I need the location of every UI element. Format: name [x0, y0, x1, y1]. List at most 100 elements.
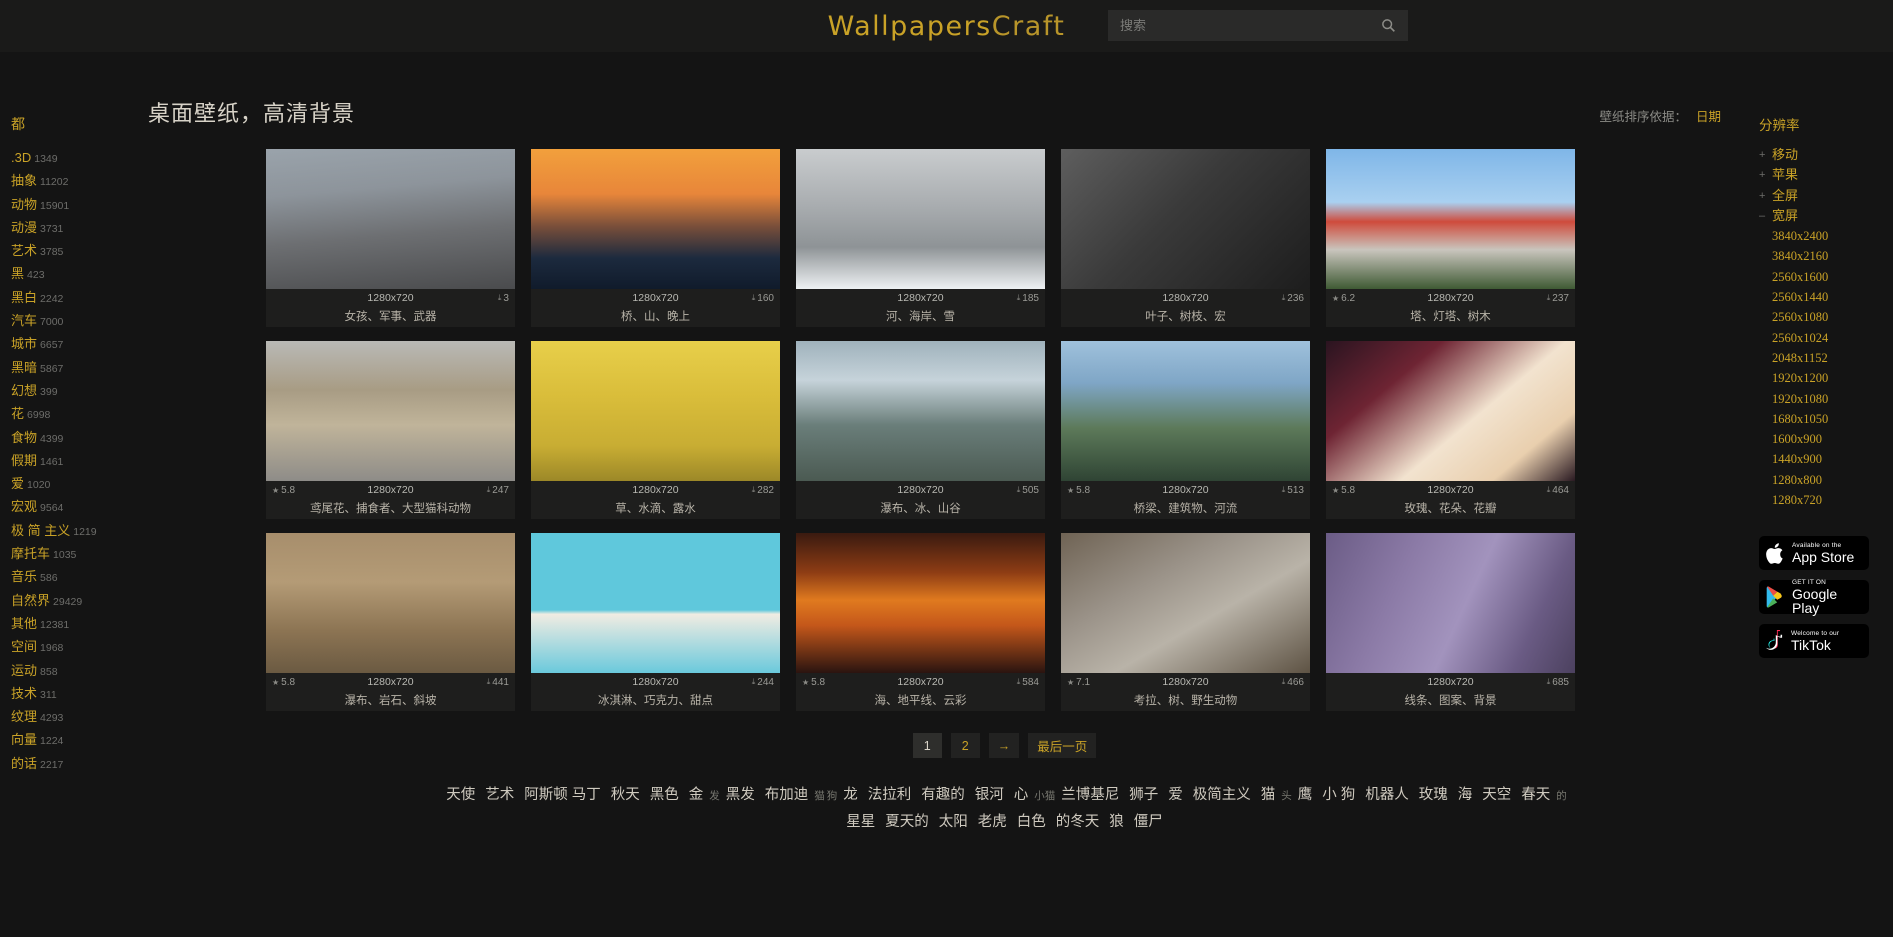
resolution-group-toggle[interactable]: –宽屏: [1759, 206, 1893, 226]
sidebar-category-item[interactable]: 汽车7000: [8, 310, 133, 333]
wallpaper-thumbnail[interactable]: [796, 341, 1045, 481]
wallpaper-thumbnail[interactable]: [1326, 149, 1575, 289]
tag-link[interactable]: 布加迪: [765, 787, 809, 803]
wallpaper-thumbnail[interactable]: [1061, 533, 1310, 673]
wallpaper-card[interactable]: 1280x720⤓685线条、图案、背景: [1326, 533, 1575, 711]
sidebar-category-item[interactable]: 假期1461: [8, 450, 133, 473]
resolution-item[interactable]: 1440x900: [1759, 449, 1893, 469]
wallpaper-card[interactable]: 1280x720⤓3女孩、军事、武器: [266, 149, 515, 327]
sidebar-category-item[interactable]: 食物4399: [8, 427, 133, 450]
resolution-item[interactable]: 1600x900: [1759, 429, 1893, 449]
tag-link[interactable]: 老虎: [978, 814, 1007, 830]
sidebar-category-item[interactable]: 爱1020: [8, 473, 133, 496]
wallpaper-card[interactable]: 1280x720⤓236叶子、树枝、宏: [1061, 149, 1310, 327]
tag-link[interactable]: 僵尸: [1134, 814, 1163, 830]
tag-link[interactable]: 猫: [814, 790, 825, 802]
store-badge-google-play[interactable]: GET IT ONGoogle Play: [1759, 580, 1869, 614]
tag-link[interactable]: 极简主义: [1193, 787, 1251, 803]
sidebar-category-item[interactable]: 其他12381: [8, 613, 133, 636]
sidebar-category-item[interactable]: 的话2217: [8, 753, 133, 776]
resolution-item[interactable]: 1920x1080: [1759, 389, 1893, 409]
tag-link[interactable]: 小猫: [1034, 790, 1055, 802]
tag-link[interactable]: 艺术: [485, 787, 514, 803]
tag-link[interactable]: 兰博基尼: [1061, 787, 1119, 803]
resolution-group-toggle[interactable]: +移动: [1759, 145, 1893, 165]
tag-link[interactable]: 龙: [843, 787, 858, 803]
wallpaper-thumbnail[interactable]: [531, 149, 780, 289]
tag-link[interactable]: 小 狗: [1322, 787, 1355, 803]
wallpaper-thumbnail[interactable]: [531, 533, 780, 673]
sidebar-category-item[interactable]: 纹理4293: [8, 706, 133, 729]
wallpaper-card[interactable]: 1280x720⤓160桥、山、晚上: [531, 149, 780, 327]
tag-link[interactable]: 爱: [1168, 787, 1183, 803]
tag-link[interactable]: 阿斯顿 马丁: [524, 787, 601, 803]
tag-link[interactable]: 猫: [1261, 787, 1276, 803]
wallpaper-card[interactable]: ★5.81280x720⤓464玫瑰、花朵、花瓣: [1326, 341, 1575, 519]
sidebar-category-item[interactable]: 黑白2242: [8, 287, 133, 310]
tag-link[interactable]: 星星: [846, 814, 875, 830]
sidebar-category-item[interactable]: 城市6657: [8, 333, 133, 356]
sidebar-category-item[interactable]: 运动858: [8, 660, 133, 683]
sidebar-category-item[interactable]: 抽象11202: [8, 170, 133, 193]
wallpaper-card[interactable]: ★5.81280x720⤓247鸢尾花、捕食者、大型猫科动物: [266, 341, 515, 519]
sidebar-category-item[interactable]: 艺术3785: [8, 240, 133, 263]
tag-link[interactable]: 有趣的: [921, 787, 965, 803]
wallpaper-card[interactable]: ★5.81280x720⤓441瀑布、岩石、斜坡: [266, 533, 515, 711]
resolution-group-toggle[interactable]: +苹果: [1759, 165, 1893, 185]
wallpaper-card[interactable]: 1280x720⤓244冰淇淋、巧克力、甜点: [531, 533, 780, 711]
wallpaper-card[interactable]: 1280x720⤓282草、水滴、露水: [531, 341, 780, 519]
resolution-item[interactable]: 3840x2400: [1759, 226, 1893, 246]
sidebar-category-item[interactable]: 自然界29429: [8, 590, 133, 613]
resolution-item[interactable]: 1680x1050: [1759, 409, 1893, 429]
wallpaper-card[interactable]: ★5.81280x720⤓513桥梁、建筑物、河流: [1061, 341, 1310, 519]
resolution-item[interactable]: 1920x1200: [1759, 368, 1893, 388]
tag-link[interactable]: 黑色: [650, 787, 679, 803]
sidebar-category-item[interactable]: 向量1224: [8, 729, 133, 752]
wallpaper-card[interactable]: ★5.81280x720⤓584海、地平线、云彩: [796, 533, 1045, 711]
tag-link[interactable]: 的冬天: [1056, 814, 1100, 830]
wallpaper-card[interactable]: 1280x720⤓185河、海岸、雪: [796, 149, 1045, 327]
search-input[interactable]: [1108, 10, 1368, 41]
sort-value[interactable]: 日期: [1696, 110, 1721, 124]
tag-link[interactable]: 白色: [1017, 814, 1046, 830]
sidebar-category-item[interactable]: 摩托车1035: [8, 543, 133, 566]
sidebar-category-item[interactable]: 花6998: [8, 403, 133, 426]
tag-link[interactable]: 心: [1014, 787, 1029, 803]
wallpaper-thumbnail[interactable]: [531, 341, 780, 481]
wallpaper-thumbnail[interactable]: [1061, 341, 1310, 481]
wallpaper-card[interactable]: ★6.21280x720⤓237塔、灯塔、树木: [1326, 149, 1575, 327]
resolution-item[interactable]: 2560x1024: [1759, 328, 1893, 348]
sidebar-category-item[interactable]: 音乐586: [8, 566, 133, 589]
sidebar-category-item[interactable]: 黑423: [8, 263, 133, 286]
tag-link[interactable]: 狮子: [1129, 787, 1158, 803]
wallpaper-thumbnail[interactable]: [796, 533, 1045, 673]
resolution-item[interactable]: 2560x1440: [1759, 287, 1893, 307]
sidebar-category-item[interactable]: 幻想399: [8, 380, 133, 403]
resolution-item[interactable]: 1280x800: [1759, 470, 1893, 490]
search-button[interactable]: [1368, 10, 1408, 41]
wallpaper-thumbnail[interactable]: [796, 149, 1045, 289]
tag-link[interactable]: 机器人: [1365, 787, 1409, 803]
tag-link[interactable]: 天空: [1482, 787, 1511, 803]
wallpaper-thumbnail[interactable]: [266, 149, 515, 289]
store-badge-apple[interactable]: Available on theApp Store: [1759, 536, 1869, 570]
site-logo[interactable]: WallpapersCraft: [0, 11, 1893, 42]
wallpaper-card[interactable]: 1280x720⤓505瀑布、冰、山谷: [796, 341, 1045, 519]
sidebar-category-item[interactable]: .3D1349: [8, 147, 133, 170]
tag-link[interactable]: 海: [1458, 787, 1473, 803]
tag-link[interactable]: 发: [709, 790, 720, 802]
search-box[interactable]: [1108, 10, 1408, 41]
resolution-item[interactable]: 1280x720: [1759, 490, 1893, 510]
wallpaper-thumbnail[interactable]: [266, 341, 515, 481]
sidebar-category-item[interactable]: 极 简 主义1219: [8, 520, 133, 543]
tag-link[interactable]: 天使: [446, 787, 475, 803]
tag-link[interactable]: 狼: [1109, 814, 1124, 830]
tag-link[interactable]: 银河: [975, 787, 1004, 803]
tag-link[interactable]: 头: [1281, 790, 1292, 802]
wallpaper-thumbnail[interactable]: [266, 533, 515, 673]
tag-link[interactable]: 鹰: [1298, 787, 1313, 803]
tag-link[interactable]: 玫瑰: [1419, 787, 1448, 803]
tag-link[interactable]: 太阳: [939, 814, 968, 830]
tag-link[interactable]: 秋天: [611, 787, 640, 803]
resolution-item[interactable]: 2560x1080: [1759, 307, 1893, 327]
